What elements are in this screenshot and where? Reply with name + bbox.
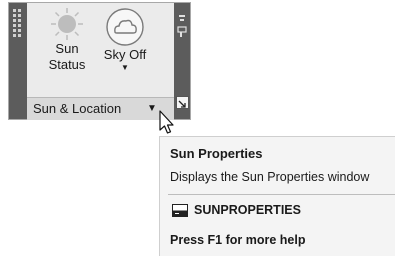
panel-side-bar bbox=[174, 3, 190, 119]
tooltip-description: Displays the Sun Properties window bbox=[170, 170, 370, 184]
grip-dots-icon bbox=[13, 9, 23, 37]
panel-title-bar[interactable]: Sun & Location ▼ bbox=[27, 97, 174, 120]
dialog-launcher-button[interactable] bbox=[176, 96, 189, 109]
panel-expand-caret-icon[interactable]: ▼ bbox=[147, 98, 157, 120]
tooltip-sun-properties: Sun Properties Displays the Sun Properti… bbox=[159, 136, 395, 256]
command-line-icon bbox=[172, 204, 188, 217]
panel-grip[interactable] bbox=[9, 3, 27, 119]
sun-status-button[interactable]: Sun Status bbox=[45, 7, 89, 73]
sky-off-button[interactable]: Sky Off ▼ bbox=[93, 7, 157, 72]
tooltip-title: Sun Properties bbox=[170, 146, 263, 161]
tooltip-help-text: Press F1 for more help bbox=[170, 233, 306, 247]
sun-status-label-line1: Sun bbox=[55, 41, 79, 56]
sun-location-panel: Sun Status Sky Off ▼ Sun & Location ▼ bbox=[8, 2, 191, 120]
panel-title: Sun & Location bbox=[33, 101, 122, 116]
pin-icon[interactable] bbox=[177, 13, 187, 41]
sky-off-label: Sky Off bbox=[103, 47, 147, 62]
panel-body: Sun Status Sky Off ▼ bbox=[27, 3, 174, 96]
mouse-pointer-icon bbox=[159, 110, 174, 134]
dialog-launcher-arrow-icon bbox=[178, 100, 186, 108]
sun-icon bbox=[51, 8, 83, 40]
tooltip-divider bbox=[168, 194, 395, 195]
sun-status-label-line2: Status bbox=[48, 57, 86, 72]
sky-dropdown-caret-icon[interactable]: ▼ bbox=[93, 64, 157, 72]
cloud-icon bbox=[106, 8, 144, 46]
tooltip-command-name: SUNPROPERTIES bbox=[194, 203, 301, 217]
